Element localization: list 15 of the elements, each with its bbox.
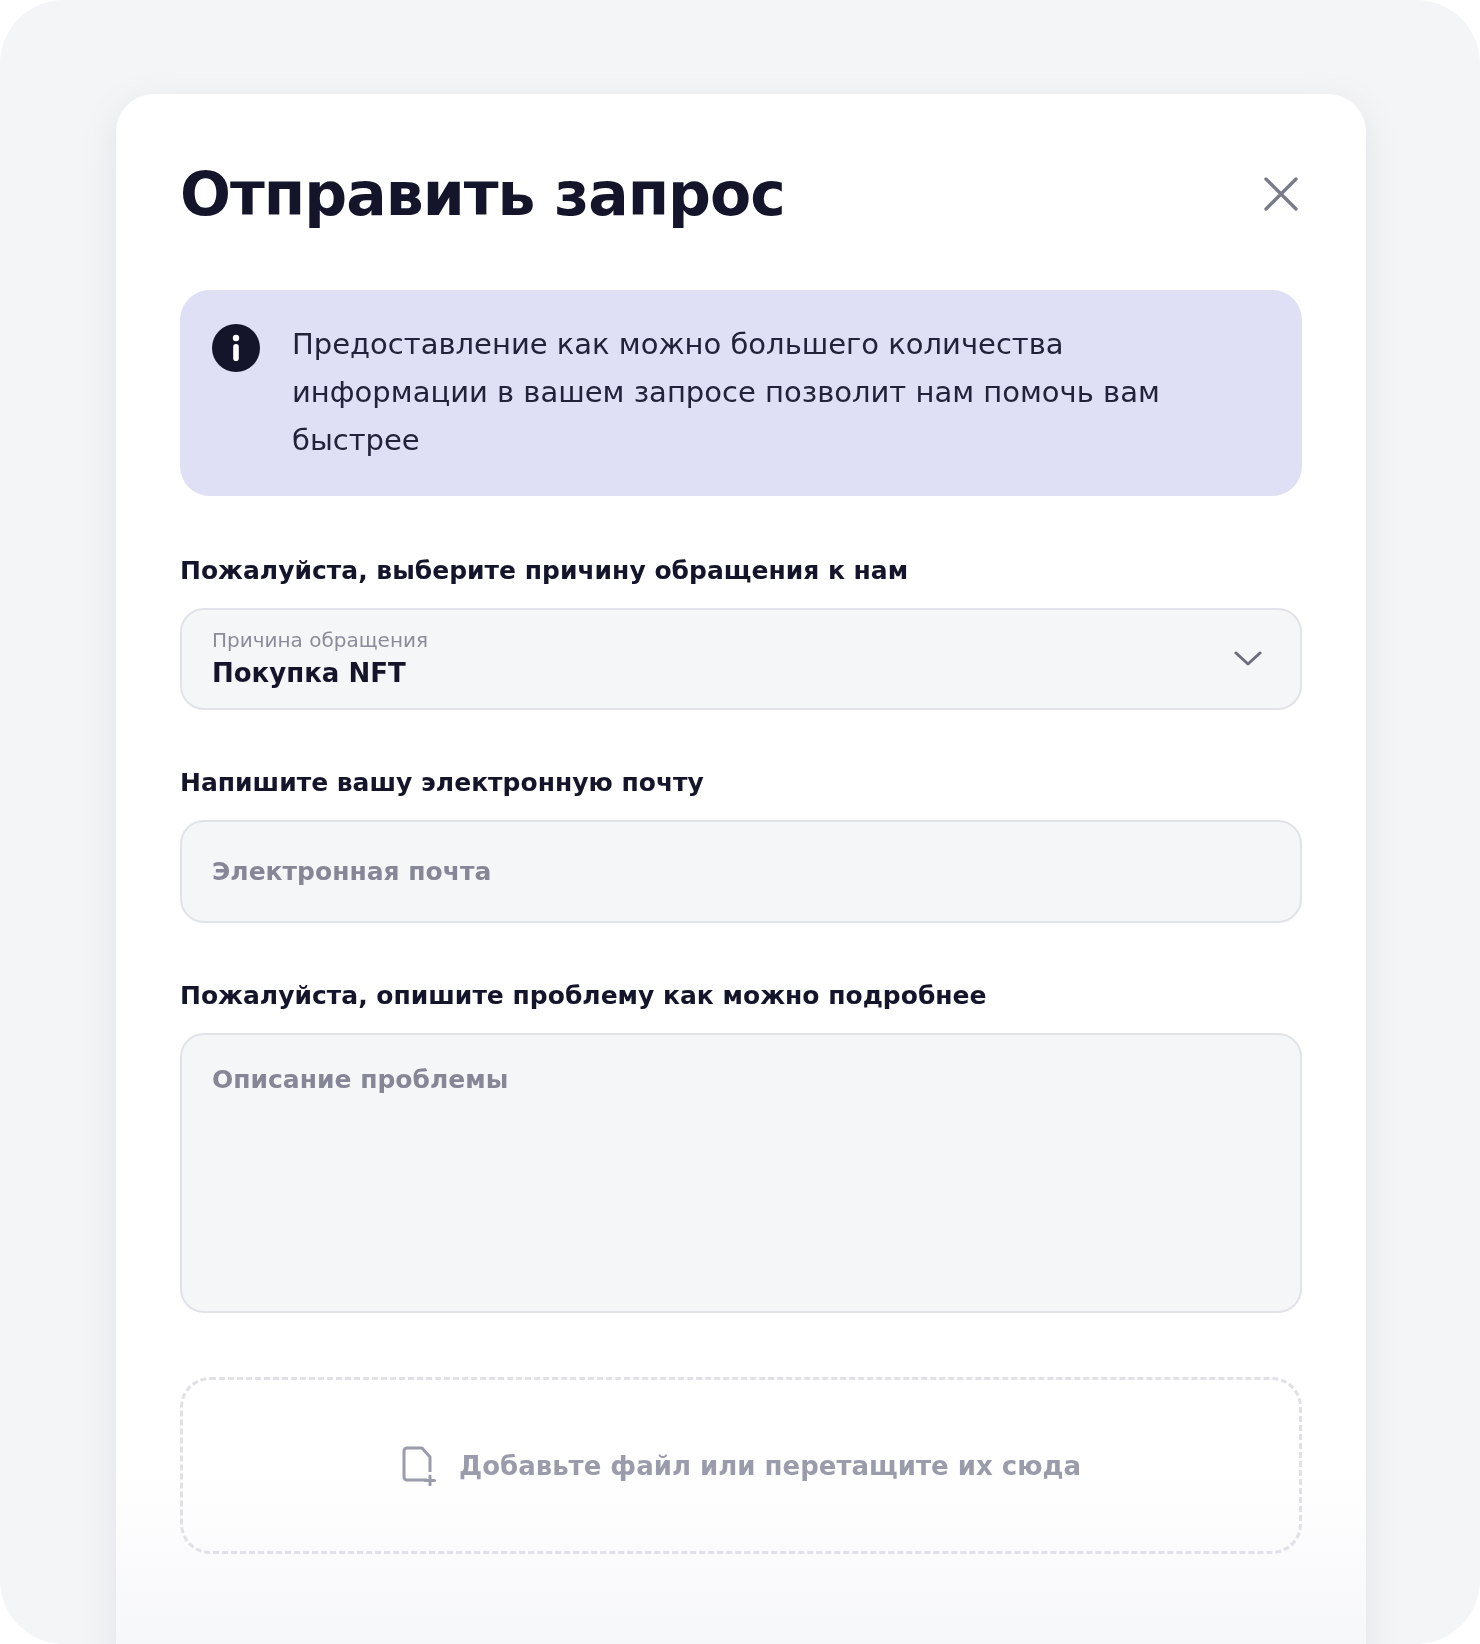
field-label: Напишите вашу электронную почту bbox=[180, 767, 705, 799]
info-text: Предоставление как можно большего количества информации в вашем запросе позволит нам помочь вам быстрее bbox=[292, 326, 1161, 459]
close-button[interactable] bbox=[1262, 175, 1300, 213]
dropdown-value: Покупка NFT bbox=[212, 657, 407, 690]
file-add-icon bbox=[401, 1445, 437, 1486]
reason-dropdown[interactable]: Причина обращения Покупка NFT bbox=[180, 608, 1302, 710]
floating-label: Причина обращения bbox=[212, 627, 428, 654]
chevron-down-icon bbox=[1234, 651, 1262, 667]
email-field[interactable]: Электронная почта bbox=[180, 820, 1302, 923]
field-label: Пожалуйста, выберите причину обращения к нам bbox=[180, 555, 910, 587]
dropzone-text: Добавьте файл или перетащите их сюда bbox=[459, 1450, 1081, 1481]
description-field[interactable]: Описание проблемы bbox=[180, 1033, 1302, 1313]
dialog-title: Отправить запрос bbox=[180, 158, 785, 231]
info-icon bbox=[212, 324, 260, 372]
field-label: Пожалуйста, опишите проблему как можно подробнее bbox=[180, 980, 988, 1012]
